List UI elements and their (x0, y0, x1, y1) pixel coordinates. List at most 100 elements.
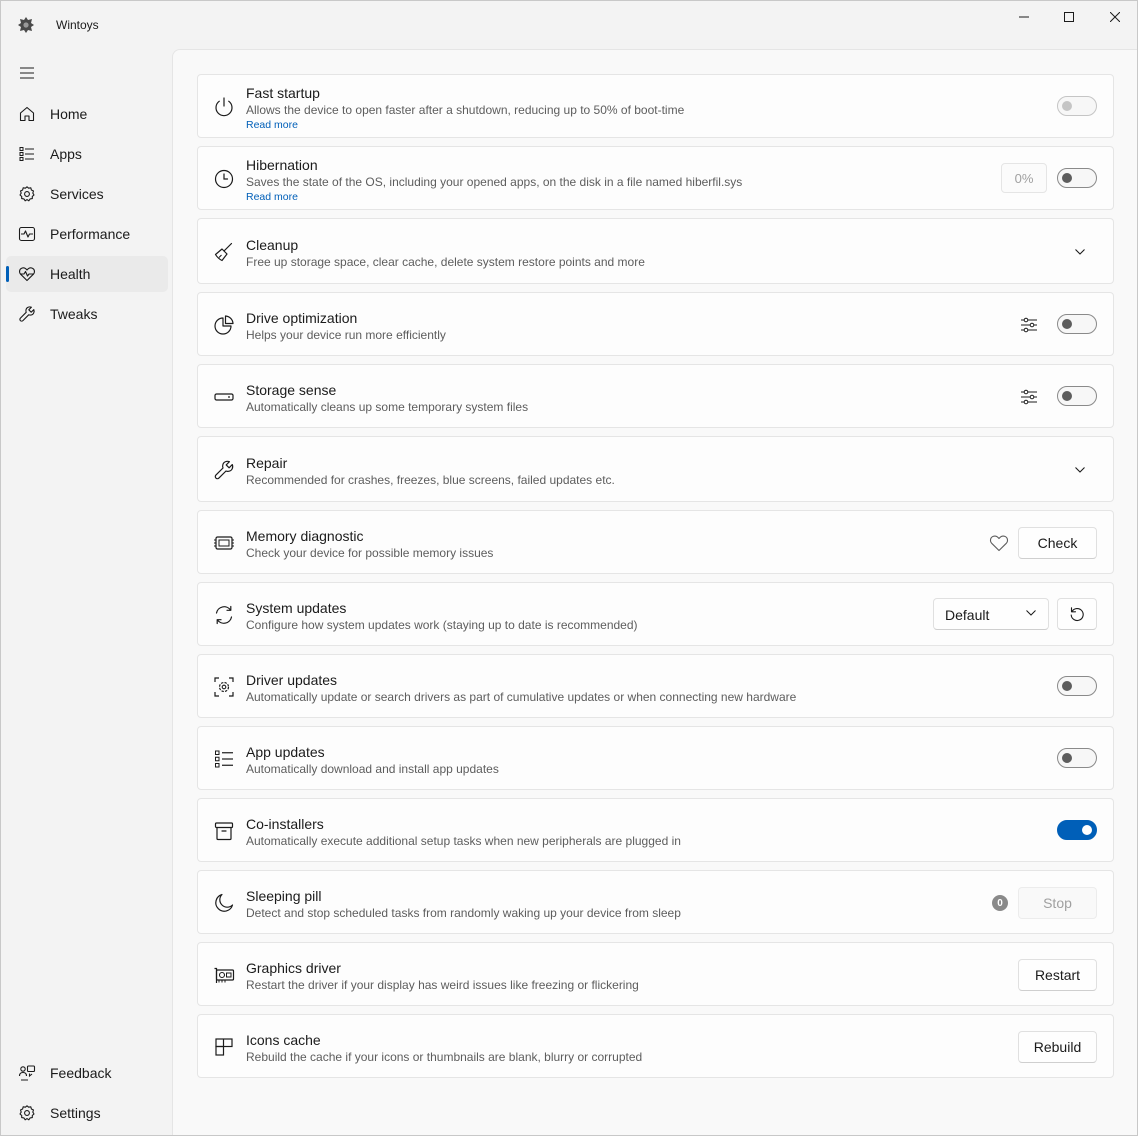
sidebar-item-home[interactable]: Home (6, 96, 168, 132)
card-repair[interactable]: Repair Recommended for crashes, freezes,… (197, 436, 1114, 502)
card-title: Memory diagnostic (246, 528, 364, 544)
card-sleeping-pill: Sleeping pill Detect and stop scheduled … (197, 870, 1114, 934)
storage-sense-toggle[interactable] (1057, 386, 1097, 406)
sliders-settings-icon[interactable] (1019, 315, 1039, 335)
card-description: Detect and stop scheduled tasks from ran… (246, 906, 681, 920)
heart-icon (988, 532, 1010, 554)
chevron-down-icon[interactable] (1074, 246, 1086, 258)
sidebar-item-health[interactable]: Health (6, 256, 168, 292)
maximize-button[interactable] (1046, 1, 1092, 33)
update-mode-select[interactable]: Default (933, 598, 1049, 630)
app-window: Wintoys Home Apps Services Performance H… (0, 0, 1138, 1136)
drive-icon (212, 385, 236, 409)
card-description: Saves the state of the OS, including you… (246, 175, 743, 189)
chevron-down-icon (1026, 610, 1036, 616)
card-title: Repair (246, 455, 288, 471)
selection-indicator (6, 266, 9, 282)
broom-icon (212, 240, 236, 264)
card-title: Drive optimization (246, 310, 358, 326)
toggle-knob (1062, 391, 1072, 401)
sidebar-item-settings[interactable]: Settings (6, 1095, 168, 1131)
card-icons-cache: Icons cache Rebuild the cache if your ic… (197, 1014, 1114, 1078)
minimize-button[interactable] (1001, 1, 1047, 33)
sidebar-item-performance[interactable]: Performance (6, 216, 168, 252)
card-driver-updates: Driver updates Automatically update or s… (197, 654, 1114, 718)
card-description: Rebuild the cache if your icons or thumb… (246, 1050, 643, 1064)
card-description: Automatically cleans up some temporary s… (246, 400, 529, 414)
app-updates-toggle[interactable] (1057, 748, 1097, 768)
sidebar-item-label: Feedback (50, 1065, 112, 1081)
sidebar-item-label: Performance (50, 226, 131, 242)
sidebar-item-label: Services (50, 186, 104, 202)
sidebar-item-label: Apps (50, 146, 82, 162)
title-bar: Wintoys (1, 1, 1137, 49)
sidebar-item-tweaks[interactable]: Tweaks (6, 296, 168, 332)
hibernation-toggle[interactable] (1057, 168, 1097, 188)
app-title: Wintoys (56, 18, 99, 32)
toggle-knob (1062, 319, 1072, 329)
driver-updates-toggle[interactable] (1057, 676, 1097, 696)
sidebar-item-label: Tweaks (50, 306, 98, 322)
card-cleanup[interactable]: Cleanup Free up storage space, clear cac… (197, 218, 1114, 284)
card-app-updates: App updates Automatically download and i… (197, 726, 1114, 790)
read-more-link[interactable]: Read more (246, 119, 298, 131)
stop-button[interactable]: Stop (1018, 887, 1097, 919)
drive-optimization-toggle[interactable] (1057, 314, 1097, 334)
co-installers-toggle[interactable] (1057, 820, 1097, 840)
card-description: Configure how system updates work (stayi… (246, 618, 638, 632)
health-heartbeat-icon (18, 265, 36, 283)
card-title: Fast startup (246, 85, 320, 101)
graphics-card-icon (212, 963, 236, 987)
reset-button[interactable] (1057, 598, 1097, 630)
fast-startup-toggle[interactable] (1057, 96, 1097, 116)
check-button[interactable]: Check (1018, 527, 1097, 559)
sidebar-item-feedback[interactable]: Feedback (6, 1055, 168, 1091)
tiles-icon (212, 1035, 236, 1059)
toggle-knob (1062, 681, 1072, 691)
card-co-installers: Co-installers Automatically execute addi… (197, 798, 1114, 862)
sliders-settings-icon[interactable] (1019, 387, 1039, 407)
rebuild-button[interactable]: Rebuild (1018, 1031, 1097, 1063)
card-graphics-driver: Graphics driver Restart the driver if yo… (197, 942, 1114, 1006)
card-memory-diagnostic: Memory diagnostic Check your device for … (197, 510, 1114, 574)
card-storage-sense: Storage sense Automatically cleans up so… (197, 364, 1114, 428)
toggle-knob (1062, 173, 1072, 183)
restart-button[interactable]: Restart (1018, 959, 1097, 991)
sidebar-item-apps[interactable]: Apps (6, 136, 168, 172)
hibernation-percent-field[interactable]: 0% (1001, 163, 1047, 193)
close-button[interactable] (1092, 1, 1137, 33)
card-description: Allows the device to open faster after a… (246, 103, 685, 117)
card-description: Helps your device run more efficiently (246, 328, 446, 342)
card-description: Automatically download and install app u… (246, 762, 499, 776)
read-more-link[interactable]: Read more (246, 191, 298, 203)
feedback-icon (18, 1064, 36, 1082)
card-system-updates: System updates Configure how system upda… (197, 582, 1114, 646)
card-title: App updates (246, 744, 325, 760)
sidebar-item-label: Home (50, 106, 88, 122)
wrench-icon (18, 305, 36, 323)
card-drive-optimization: Drive optimization Helps your device run… (197, 292, 1114, 356)
settings-gear-icon (18, 1104, 36, 1122)
card-description: Free up storage space, clear cache, dele… (246, 255, 645, 269)
card-title: System updates (246, 600, 347, 616)
card-title: Driver updates (246, 672, 338, 688)
card-title: Sleeping pill (246, 888, 322, 904)
app-logo-icon (17, 16, 35, 34)
card-description: Check your device for possible memory is… (246, 546, 494, 560)
card-description: Automatically update or search drivers a… (246, 690, 797, 704)
clock-icon (212, 167, 236, 191)
toggle-knob (1062, 753, 1072, 763)
chevron-down-icon[interactable] (1074, 464, 1086, 476)
reset-icon (1069, 606, 1085, 622)
sidebar-item-label: Settings (50, 1105, 101, 1121)
wake-task-count-badge: 0 (992, 895, 1008, 911)
sidebar-item-services[interactable]: Services (6, 176, 168, 212)
toggle-knob (1082, 825, 1092, 835)
card-title: Cleanup (246, 237, 299, 253)
card-title: Co-installers (246, 816, 324, 832)
services-gear-icon (18, 185, 36, 203)
card-title: Storage sense (246, 382, 337, 398)
driver-gear-icon (212, 675, 236, 699)
hamburger-menu-button[interactable] (9, 57, 45, 89)
card-title: Icons cache (246, 1032, 321, 1048)
